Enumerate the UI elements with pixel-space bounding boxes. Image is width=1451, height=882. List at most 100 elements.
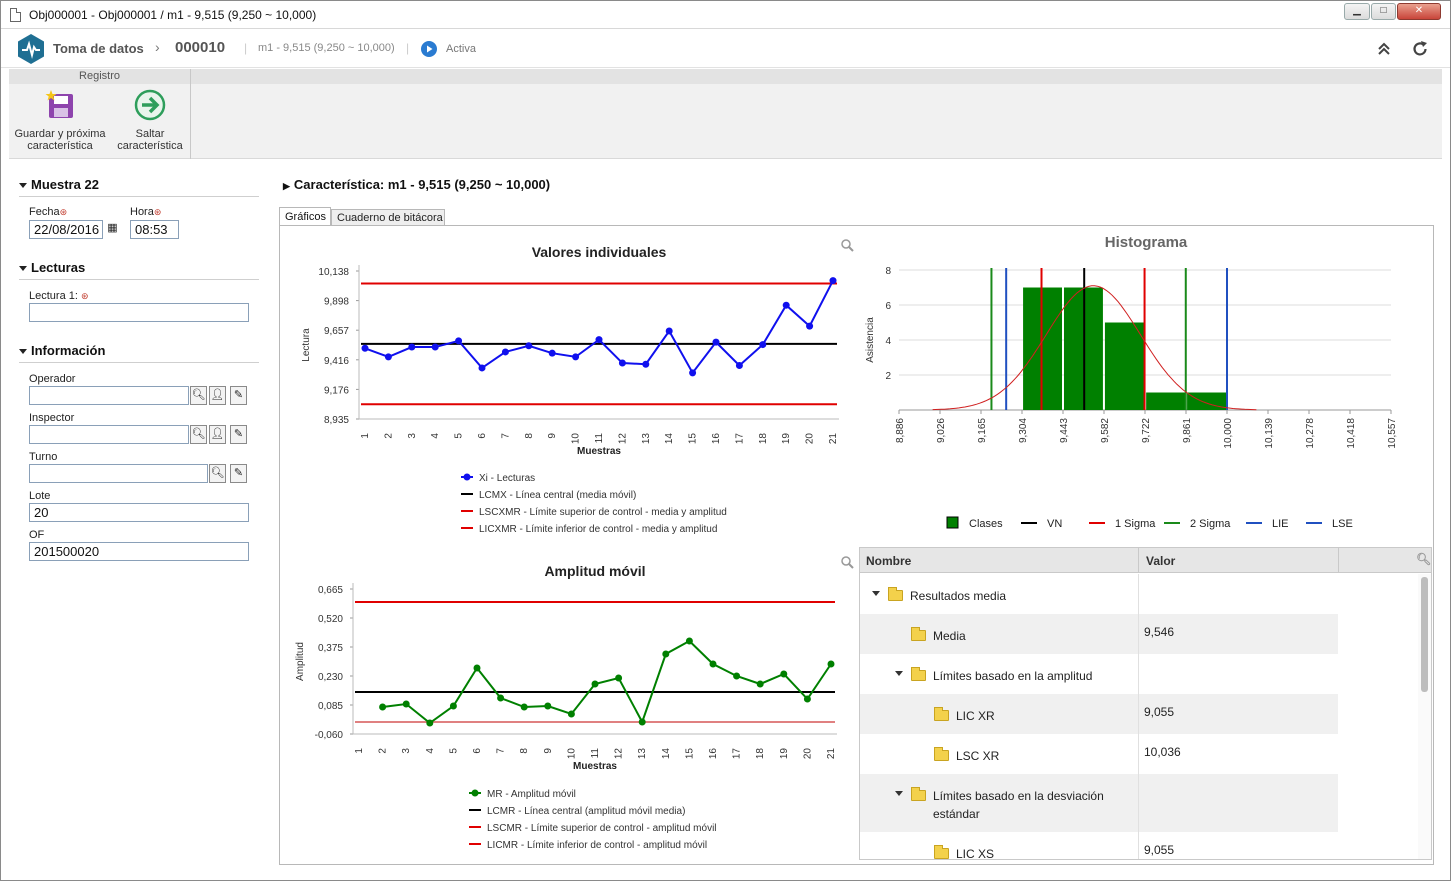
- table-row[interactable]: Resultados media: [860, 574, 1338, 614]
- y-tick-label: 9,657: [324, 326, 349, 337]
- x-tick-label: 9,861: [1182, 418, 1193, 443]
- x-tick-label: 21: [828, 433, 839, 445]
- data-point: [709, 660, 717, 668]
- table-row[interactable]: Media 9,546: [860, 614, 1338, 654]
- scrollbar-thumb[interactable]: [1421, 577, 1428, 692]
- x-tick-label: 21: [826, 748, 837, 760]
- row-name-continued: estándar: [933, 807, 980, 821]
- expand-triangle-icon[interactable]: [872, 591, 880, 596]
- legend-label: LCMR - Línea central (amplitud móvil med…: [487, 806, 685, 817]
- legend-label: LSCXMR - Límite superior de control - me…: [479, 507, 727, 518]
- column-divider: [1138, 774, 1139, 832]
- data-point: [595, 336, 603, 344]
- legend-label: 2 Sigma: [1190, 518, 1231, 530]
- histogram-bar: [1104, 322, 1145, 410]
- x-tick-label: 20: [802, 748, 813, 760]
- table-scrollbar[interactable]: [1418, 574, 1431, 859]
- table-search-icon[interactable]: 🔍︎: [1416, 552, 1431, 566]
- data-point: [449, 702, 457, 710]
- x-tick-label: 9: [543, 748, 554, 754]
- row-name: LIC XR: [956, 709, 995, 723]
- x-tick-label: 8: [519, 748, 530, 754]
- histogram-bar: [1187, 392, 1226, 410]
- data-point: [402, 700, 410, 708]
- legend-label: LSCMR - Límite superior de control - amp…: [487, 823, 717, 834]
- application-window: Obj000001 - Obj000001 / m1 - 9,515 (9,25…: [0, 0, 1451, 881]
- folder-icon: [934, 707, 949, 721]
- column-divider: [1138, 832, 1139, 859]
- legend-label: 1 Sigma: [1115, 518, 1156, 530]
- legend-label: VN: [1047, 518, 1062, 530]
- data-point: [759, 341, 767, 349]
- x-tick-label: 15: [688, 433, 699, 445]
- row-name: Media: [933, 629, 966, 643]
- row-name: Límites basado en la desviación estándar: [933, 789, 1104, 821]
- column-divider: [1138, 614, 1139, 654]
- x-tick-label: 19: [779, 748, 790, 760]
- column-divider: [1338, 548, 1339, 573]
- x-tick-label: 3: [401, 748, 412, 754]
- y-tick-label: 9,176: [324, 385, 349, 396]
- folder-icon: [911, 667, 926, 681]
- x-tick-label: 2: [383, 433, 394, 439]
- table-row[interactable]: Límites basado en la desviación estándar: [860, 774, 1338, 832]
- legend-label: LICMR - Límite inferior de control - amp…: [487, 840, 707, 851]
- row-name: Límites basado en la amplitud: [933, 669, 1093, 683]
- legend-label: Xi - Lecturas: [479, 473, 535, 484]
- data-point: [780, 670, 788, 678]
- table-row[interactable]: Límites basado en la amplitud: [860, 654, 1338, 694]
- row-value: 9,546: [1144, 625, 1175, 639]
- data-point: [638, 718, 646, 726]
- column-header-name[interactable]: Nombre: [866, 554, 911, 568]
- data-point: [384, 353, 392, 361]
- row-value: 9,055: [1144, 705, 1175, 719]
- x-tick-label: 5: [448, 748, 459, 754]
- data-point: [618, 359, 626, 367]
- x-tick-label: 4: [430, 433, 441, 439]
- column-divider: [1138, 548, 1139, 573]
- data-point: [361, 344, 369, 352]
- legend-label: LIE: [1272, 518, 1289, 530]
- x-tick-label: 11: [594, 433, 605, 444]
- histogram-bar: [1146, 392, 1186, 410]
- x-tick-label: 9,026: [936, 418, 947, 443]
- data-point: [525, 342, 533, 350]
- x-tick-label: 11: [590, 748, 601, 759]
- y-axis-label: Asistencia: [865, 317, 876, 363]
- x-tick-label: 1: [354, 748, 365, 754]
- x-tick-label: 6: [472, 748, 483, 754]
- data-point: [735, 361, 743, 369]
- x-tick-label: 10,139: [1264, 418, 1275, 449]
- x-tick-label: 12: [617, 433, 628, 445]
- expand-triangle-icon[interactable]: [895, 671, 903, 676]
- y-tick-label: 6: [885, 301, 891, 312]
- x-tick-label: 10,557: [1387, 418, 1398, 449]
- data-point: [501, 348, 509, 356]
- y-tick-label: 10,138: [318, 267, 349, 278]
- table-row[interactable]: LSC XR 10,036: [860, 734, 1338, 774]
- x-tick-label: 18: [758, 433, 769, 445]
- x-tick-label: 8: [524, 433, 535, 439]
- column-divider: [1138, 734, 1139, 774]
- x-tick-label: 17: [732, 748, 743, 760]
- expand-triangle-icon[interactable]: [895, 791, 903, 796]
- x-tick-label: 8,886: [895, 418, 906, 443]
- row-value: 10,036: [1144, 745, 1181, 759]
- x-tick-label: 17: [734, 433, 745, 445]
- table-row[interactable]: LIC XR 9,055: [860, 694, 1338, 734]
- row-name: Resultados media: [910, 589, 1007, 603]
- folder-icon: [934, 845, 949, 859]
- x-axis-label: Muestras: [577, 446, 621, 457]
- column-header-value[interactable]: Valor: [1146, 554, 1175, 568]
- column-divider: [1138, 574, 1139, 614]
- chart-title: Valores individuales: [532, 244, 667, 260]
- legend-label: Clases: [969, 518, 1003, 530]
- x-tick-label: 10,000: [1223, 418, 1234, 449]
- data-point: [733, 672, 741, 680]
- data-point: [685, 637, 693, 645]
- table-row[interactable]: LIC XS 9,055: [860, 832, 1338, 860]
- row-name: LIC XS: [956, 847, 995, 860]
- y-tick-label: 8: [885, 266, 891, 277]
- x-tick-label: 14: [661, 748, 672, 760]
- results-table: Nombre Valor 🔍︎ Resultados media Media 9,5…: [859, 547, 1432, 860]
